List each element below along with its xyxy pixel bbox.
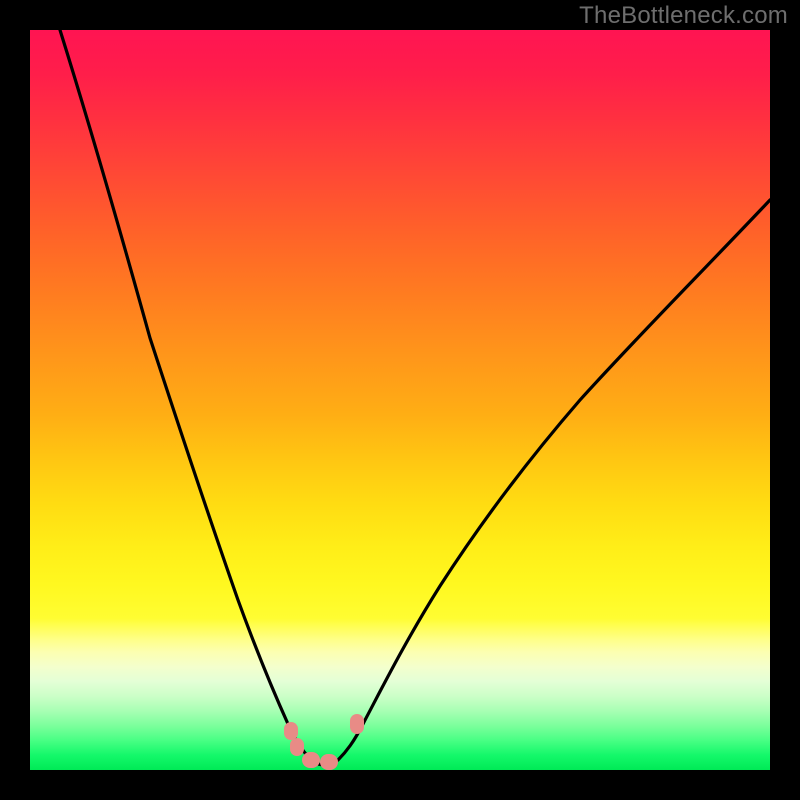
marker-dot	[302, 752, 320, 768]
chart-frame: TheBottleneck.com	[0, 0, 800, 800]
chart-svg	[30, 30, 770, 770]
watermark-text: TheBottleneck.com	[579, 2, 788, 30]
marker-dot	[350, 714, 364, 734]
marker-dot	[284, 722, 298, 740]
marker-dot	[290, 738, 304, 756]
marker-dot	[320, 754, 338, 770]
bottleneck-curve	[60, 30, 770, 765]
